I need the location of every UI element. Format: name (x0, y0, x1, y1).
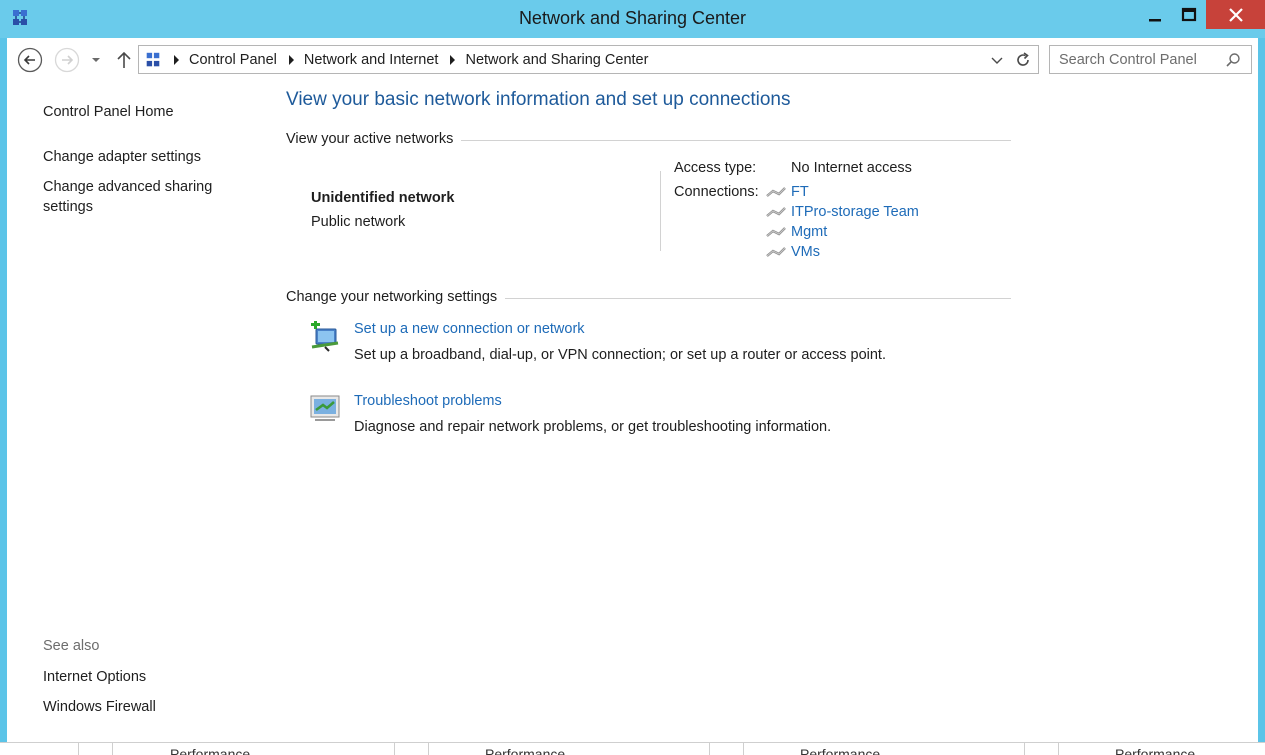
connection-name[interactable]: ITPro-storage Team (791, 204, 919, 220)
title-bar: Network and Sharing Center (0, 0, 1265, 38)
divider (505, 297, 1011, 299)
background-column-label: Performance (800, 746, 881, 755)
background-window-strip: Performance Performance Performance Perf… (0, 742, 1265, 755)
divider (461, 139, 1011, 141)
breadcrumb-control-panel[interactable]: Control Panel (189, 52, 277, 68)
main-window: Control Panel Network and Internet Netwo… (7, 38, 1258, 742)
column-divider (743, 743, 744, 755)
column-divider (394, 743, 395, 755)
setup-new-connection-link[interactable]: Set up a new connection or network (354, 321, 585, 337)
restore-icon (1181, 7, 1197, 21)
troubleshoot-icon (310, 395, 340, 421)
networking-settings-header: Change your networking settings (286, 289, 1011, 305)
chevron-down-icon[interactable] (990, 53, 1004, 67)
forward-arrow-icon (54, 47, 80, 73)
ethernet-cable-icon (766, 187, 786, 197)
page-title: View your basic network information and … (286, 89, 791, 110)
access-type-label: Access type: (674, 160, 757, 176)
connection-link-ft[interactable]: FT (766, 184, 809, 200)
setup-new-connection-description: Set up a broadband, dial-up, or VPN conn… (354, 347, 886, 363)
troubleshoot-problems-link[interactable]: Troubleshoot problems (354, 393, 502, 409)
search-input[interactable] (1059, 46, 1219, 73)
see-also-label: See also (43, 638, 100, 654)
forward-button[interactable] (54, 47, 80, 73)
network-type: Public network (311, 214, 406, 230)
close-icon (1228, 7, 1243, 22)
ethernet-cable-icon (766, 207, 786, 217)
breadcrumb-network-and-sharing-center[interactable]: Network and Sharing Center (465, 52, 648, 68)
recent-locations-button[interactable] (88, 47, 104, 73)
minimize-icon (1149, 18, 1161, 21)
divider (660, 171, 661, 251)
connection-link-vms[interactable]: VMs (766, 244, 820, 260)
active-networks-header-text: View your active networks (286, 131, 454, 147)
connections-label: Connections: (674, 184, 759, 200)
active-networks-header: View your active networks (286, 131, 1011, 147)
control-panel-home-link[interactable]: Control Panel Home (43, 102, 174, 122)
minimize-button[interactable] (1138, 0, 1172, 29)
breadcrumb-separator[interactable] (174, 54, 179, 65)
windows-firewall-link[interactable]: Windows Firewall (43, 697, 156, 717)
access-type-value: No Internet access (791, 160, 912, 176)
back-arrow-icon (17, 47, 43, 73)
connection-name[interactable]: VMs (791, 244, 820, 260)
change-adapter-settings-link[interactable]: Change adapter settings (43, 147, 201, 167)
new-connection-icon (311, 321, 339, 352)
breadcrumb-network-and-internet[interactable]: Network and Internet (304, 52, 439, 68)
search-icon[interactable] (1225, 52, 1241, 68)
change-advanced-sharing-settings-link-line2[interactable]: settings (43, 197, 93, 217)
up-arrow-icon (117, 51, 131, 68)
address-bar[interactable]: Control Panel Network and Internet Netwo… (138, 45, 1039, 74)
refresh-icon[interactable] (1014, 51, 1032, 69)
chevron-down-icon (92, 58, 100, 62)
control-panel-icon (146, 52, 160, 66)
navigation-bar: Control Panel Network and Internet Netwo… (7, 38, 1258, 82)
column-divider (1058, 743, 1059, 755)
column-divider (428, 743, 429, 755)
breadcrumb-separator[interactable] (450, 54, 456, 65)
networking-settings-header-text: Change your networking settings (286, 289, 498, 305)
ethernet-cable-icon (766, 227, 786, 237)
column-divider (1024, 743, 1025, 755)
breadcrumb-separator[interactable] (288, 54, 294, 65)
ethernet-cable-icon (766, 247, 786, 257)
up-button[interactable] (114, 47, 134, 73)
network-name: Unidentified network (311, 190, 455, 206)
window-title: Network and Sharing Center (518, 8, 747, 28)
connection-link-mgmt[interactable]: Mgmt (766, 224, 827, 240)
column-divider (709, 743, 710, 755)
maximize-button[interactable] (1172, 0, 1206, 29)
background-column-label: Performance (170, 746, 251, 755)
background-column-label: Performance (485, 746, 566, 755)
column-divider (78, 743, 79, 755)
connection-name[interactable]: FT (791, 184, 809, 200)
close-button[interactable] (1206, 0, 1265, 29)
background-column-label: Performance (1115, 746, 1196, 755)
troubleshoot-problems-description: Diagnose and repair network problems, or… (354, 419, 832, 435)
connection-name[interactable]: Mgmt (791, 224, 827, 240)
connection-link-itpro-storage-team[interactable]: ITPro-storage Team (766, 204, 919, 220)
change-advanced-sharing-settings-link[interactable]: Change advanced sharing (43, 177, 212, 197)
column-divider (112, 743, 113, 755)
search-box[interactable] (1049, 45, 1252, 74)
back-button[interactable] (17, 47, 43, 73)
internet-options-link[interactable]: Internet Options (43, 667, 146, 687)
